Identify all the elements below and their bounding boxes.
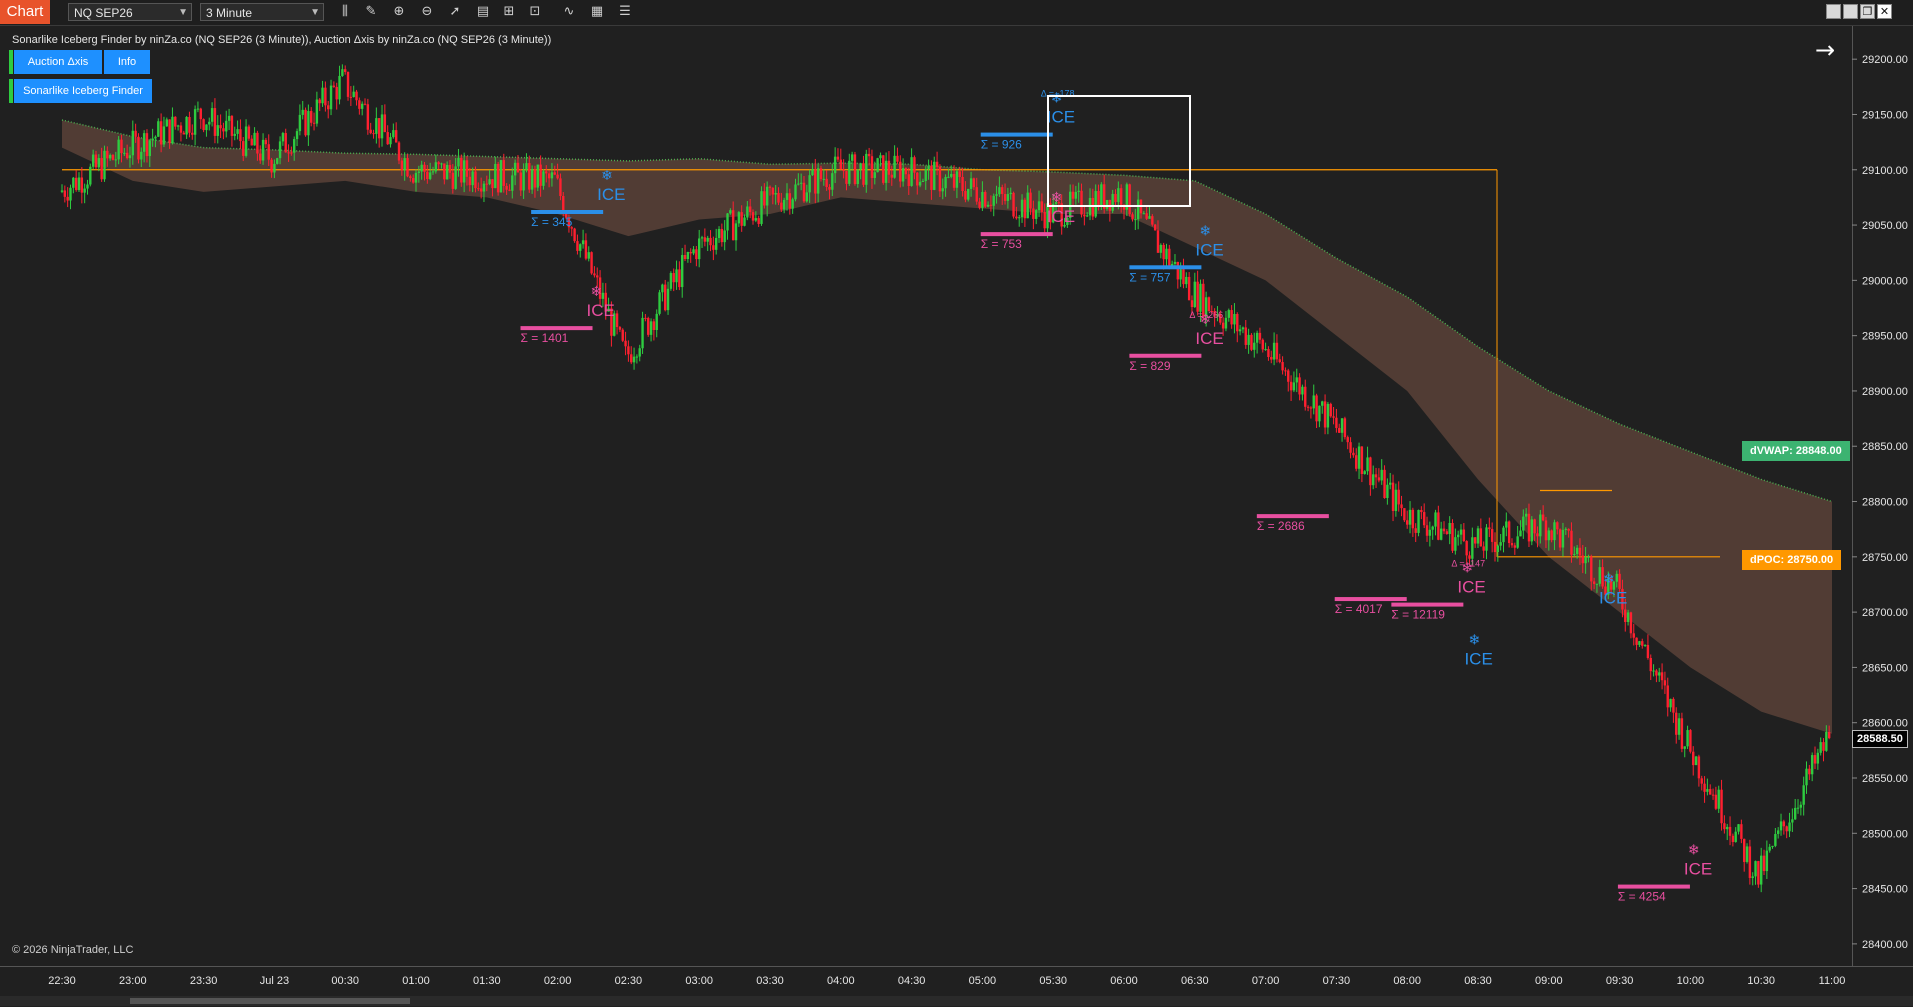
time-tick-label: 01:00 xyxy=(402,975,430,987)
instrument-value: NQ SEP26 xyxy=(74,6,133,20)
strategies-icon[interactable]: ⊞ xyxy=(500,3,518,21)
time-tick-label: 07:00 xyxy=(1252,975,1280,987)
last-price-label: 28588.50 xyxy=(1852,730,1908,748)
time-tick-label: 00:30 xyxy=(331,975,359,987)
price-tick-label: 28850.00 xyxy=(1862,441,1908,453)
price-tick-label: 28650.00 xyxy=(1862,662,1908,674)
chevron-down-icon: ▼ xyxy=(310,7,320,18)
time-tick-label: 08:00 xyxy=(1393,975,1421,987)
axis-labels: 29200.00 29150.00 29100.00 29050.00 29000.00… xyxy=(48,54,1908,987)
price-tick-label: 29200.00 xyxy=(1862,54,1908,66)
pointer-icon[interactable]: ➚ xyxy=(446,3,464,21)
copyright: © 2026 NinjaTrader, LLC xyxy=(12,944,134,956)
time-tick-label: 04:00 xyxy=(827,975,855,987)
draw-tool-icon[interactable]: ✎ xyxy=(362,3,380,21)
chevron-down-icon: ▼ xyxy=(178,7,188,18)
time-tick-label: 05:30 xyxy=(1039,975,1067,987)
time-tick-label: 04:30 xyxy=(898,975,926,987)
time-tick-label: 09:00 xyxy=(1535,975,1563,987)
time-tick-label: 03:00 xyxy=(685,975,713,987)
close-icon[interactable]: ✕ xyxy=(1877,4,1892,19)
time-tick-label: 09:30 xyxy=(1606,975,1634,987)
indicators-icon[interactable]: ∿ xyxy=(560,3,578,21)
arrow-right-icon[interactable]: → xyxy=(1815,36,1835,64)
time-tick-label: 23:30 xyxy=(190,975,218,987)
chart-tab[interactable]: Chart xyxy=(0,0,50,24)
scrollbar-thumb[interactable] xyxy=(130,998,410,1004)
time-tick-label: 03:30 xyxy=(756,975,784,987)
auction-axis-button[interactable]: Auction Δxis xyxy=(14,50,102,74)
chart-style-icon[interactable]: ⊡ xyxy=(526,3,544,21)
menu-icon[interactable]: ☰ xyxy=(616,3,634,21)
time-tick-label: 06:30 xyxy=(1181,975,1209,987)
tile-icon[interactable] xyxy=(1843,4,1858,19)
info-button[interactable]: Info xyxy=(104,50,150,74)
time-tick-label: 08:30 xyxy=(1464,975,1492,987)
zoom-in-icon[interactable]: ⊕ xyxy=(390,3,408,21)
price-tick-label: 28950.00 xyxy=(1862,331,1908,343)
time-tick-label: 01:30 xyxy=(473,975,501,987)
restore-icon[interactable]: ❐ xyxy=(1860,4,1875,19)
dvwap-label: dVWAP: 28848.00 xyxy=(1742,441,1850,461)
price-tick-label: 28500.00 xyxy=(1862,828,1908,840)
data-box-icon[interactable]: ▤ xyxy=(474,3,492,21)
price-tick-label: 28800.00 xyxy=(1862,497,1908,509)
price-tick-label: 28550.00 xyxy=(1862,773,1908,785)
price-tick-label: 28450.00 xyxy=(1862,884,1908,896)
minimize-icon[interactable] xyxy=(1826,4,1841,19)
time-tick-label: 02:00 xyxy=(544,975,572,987)
price-tick-label: 28600.00 xyxy=(1862,718,1908,730)
time-tick-label: 10:00 xyxy=(1677,975,1705,987)
time-tick-label: 05:00 xyxy=(969,975,997,987)
timeframe-selector[interactable]: 3 Minute ▼ xyxy=(200,3,324,21)
instrument-selector[interactable]: NQ SEP26 ▼ xyxy=(68,3,192,21)
time-tick-label: 07:30 xyxy=(1323,975,1351,987)
price-tick-label: 29100.00 xyxy=(1862,165,1908,177)
timeframe-value: 3 Minute xyxy=(206,6,253,20)
price-tick-label: 28400.00 xyxy=(1862,939,1908,951)
indicator-info-line: Sonarlike Iceberg Finder by ninZa.co (NQ… xyxy=(12,34,552,46)
time-tick-label: 22:30 xyxy=(48,975,76,987)
price-tick-label: 29050.00 xyxy=(1862,220,1908,232)
price-tick-label: 29150.00 xyxy=(1862,109,1908,121)
price-tick-label: 28750.00 xyxy=(1862,552,1908,564)
title-bar: Chart NQ SEP26 ▼ 3 Minute ▼ ⫼ ✎ ⊕ ⊖ ➚ ▤ … xyxy=(0,0,1913,26)
sonar-status xyxy=(9,79,13,103)
auction-axis-status xyxy=(9,50,13,74)
price-tick-label: 29000.00 xyxy=(1862,275,1908,287)
price-tick-label: 28700.00 xyxy=(1862,607,1908,619)
time-tick-label: 11:00 xyxy=(1819,975,1846,987)
price-tick-label: 28900.00 xyxy=(1862,386,1908,398)
time-tick-label: 06:00 xyxy=(1110,975,1138,987)
time-tick-label: 02:30 xyxy=(615,975,643,987)
bar-type-icon[interactable]: ⫼ xyxy=(336,3,354,21)
time-tick-label: 23:00 xyxy=(119,975,147,987)
time-tick-label: Jul 23 xyxy=(260,975,289,987)
sonarlike-iceberg-button[interactable]: Sonarlike Iceberg Finder xyxy=(14,79,152,103)
properties-icon[interactable]: ▦ xyxy=(588,3,606,21)
zoom-out-icon[interactable]: ⊖ xyxy=(418,3,436,21)
dpoc-label: dPOC: 28750.00 xyxy=(1742,550,1842,570)
time-tick-label: 10:30 xyxy=(1747,975,1775,987)
